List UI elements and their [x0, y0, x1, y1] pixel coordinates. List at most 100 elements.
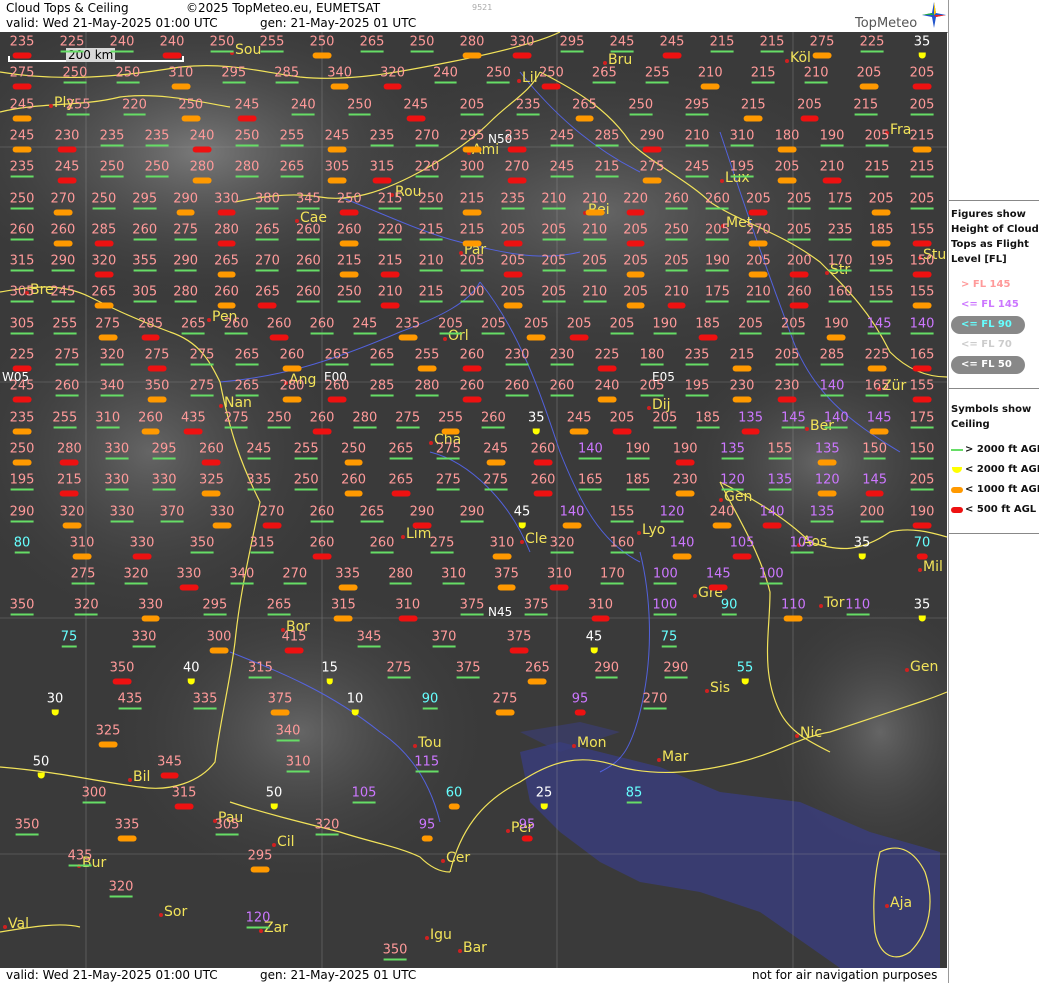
generated-time: gen: 21-May-2025 01 UTC — [260, 16, 417, 30]
ceiling-symbol — [533, 490, 553, 497]
flight-level-value: 265 — [235, 348, 259, 366]
flight-level-value: 235 — [10, 35, 34, 59]
flight-level-value: 205 — [438, 316, 463, 335]
ceiling-symbol — [133, 300, 157, 303]
legend-panel: Figures show Height of Cloud Tops as Fli… — [948, 0, 1039, 983]
ceiling-symbol — [777, 396, 797, 403]
ceiling-symbol — [708, 584, 728, 591]
ceiling-symbol — [710, 50, 734, 53]
flight-level-value: 305 — [10, 316, 34, 335]
ceiling-symbol — [462, 396, 482, 403]
ceiling-symbol — [187, 678, 195, 685]
ceiling-symbol — [610, 520, 634, 522]
ceiling-symbol — [777, 177, 797, 184]
ceiling-symbol — [123, 113, 146, 116]
flight-level-value: 260 — [341, 473, 366, 497]
ceiling-symbol — [696, 426, 720, 429]
flight-level-value: 205 — [797, 97, 822, 122]
ceiling-symbol — [383, 83, 402, 90]
ceiling-symbol — [296, 207, 320, 209]
ceiling-symbol — [351, 709, 359, 716]
ceiling-symbol — [643, 707, 667, 710]
flight-level-value: 275 — [483, 473, 508, 491]
ceiling-symbol — [626, 488, 650, 491]
city-label: Lyo — [637, 522, 665, 538]
flight-level-value: 250 — [341, 441, 366, 466]
flight-level-value: 120 — [660, 504, 684, 522]
flight-level-value: 255 — [645, 66, 670, 84]
ceiling-symbol — [653, 332, 677, 335]
ceiling-symbol — [160, 772, 179, 779]
ceiling-symbol — [389, 582, 413, 585]
ceiling-legend-icon — [951, 449, 963, 451]
ceiling-symbol — [869, 428, 889, 435]
flight-level-value: 105 — [352, 786, 376, 804]
ceiling-symbol — [118, 707, 142, 710]
flight-level-value: 35 — [528, 410, 545, 435]
flight-level-value: 305 — [10, 285, 34, 303]
ceiling-symbol — [326, 678, 333, 685]
city-marker — [458, 949, 462, 953]
flight-level-value: 260 — [531, 441, 555, 466]
flight-level-value: 250 — [235, 128, 259, 147]
ceiling-symbol — [583, 300, 607, 303]
ceiling-symbol — [152, 488, 176, 491]
map-title: Cloud Tops & Ceiling — [6, 1, 129, 15]
ceiling-symbol — [533, 428, 540, 435]
ceiling-symbol — [62, 522, 82, 528]
city-label: Mon — [572, 735, 607, 751]
city-label: Lim — [401, 526, 431, 542]
ceiling-symbol — [339, 240, 359, 247]
ceiling-symbol — [610, 50, 634, 53]
ceiling-symbol — [560, 50, 584, 53]
compass-star-icon — [922, 2, 946, 28]
flight-level-value: 50 — [33, 754, 49, 779]
flight-level-value: 35 — [854, 535, 870, 560]
ceiling-symbol — [732, 553, 752, 560]
flight-level-value: 235 — [10, 160, 34, 178]
ceiling-symbol — [824, 426, 848, 429]
flight-level-value: 245 — [246, 441, 271, 460]
topmeteo-logo-text: TopMeteo — [855, 16, 918, 31]
ceiling-symbol — [275, 81, 299, 84]
ceiling-symbol — [109, 895, 133, 898]
ceiling-symbol — [270, 709, 290, 716]
flight-level-value: 280 — [415, 379, 439, 397]
ceiling-symbol — [246, 926, 270, 929]
flight-level-value: 415 — [282, 629, 306, 654]
ceiling-symbol — [53, 426, 77, 429]
ceiling-symbol — [353, 426, 377, 429]
flight-level-value: 25 — [536, 786, 552, 810]
flight-level-value: 250 — [115, 66, 140, 84]
flight-level-value: 255 — [280, 128, 304, 147]
ceiling-symbol — [748, 209, 768, 215]
flight-level-value: 275 — [190, 348, 214, 366]
flight-level-value: 215 — [751, 66, 776, 84]
flight-level-value: 285 — [370, 379, 394, 397]
ceiling-symbol — [55, 394, 79, 397]
legend-figure-row: <= FL 145 — [949, 296, 1039, 314]
flight-level-value: 265 — [255, 285, 280, 309]
flight-level-value: 210 — [582, 222, 607, 241]
flight-level-value: 245 — [352, 316, 377, 335]
ceiling-symbol — [585, 209, 605, 215]
flight-level-value: 265 — [325, 348, 349, 366]
city-label: Cle — [520, 531, 547, 547]
flight-level-value: 330 — [510, 35, 534, 59]
ceiling-symbol — [132, 645, 156, 648]
ceiling-symbol — [665, 269, 688, 272]
flight-level-value: 290 — [640, 128, 664, 153]
ceiling-symbol — [415, 770, 439, 773]
ceiling-symbol — [810, 520, 834, 522]
ceiling-symbol — [112, 678, 132, 685]
flight-level-value: 240 — [710, 504, 734, 528]
ceiling-symbol — [247, 488, 271, 491]
flight-level-value: 250 — [628, 97, 653, 116]
ceiling-symbol — [910, 207, 934, 209]
flight-level-value: 205 — [640, 379, 664, 397]
ceiling-symbol — [360, 520, 384, 522]
flight-level-value: 260 — [460, 379, 484, 403]
ceiling-symbol — [541, 83, 561, 90]
ceiling-symbol — [542, 300, 566, 303]
city-marker — [207, 318, 211, 322]
